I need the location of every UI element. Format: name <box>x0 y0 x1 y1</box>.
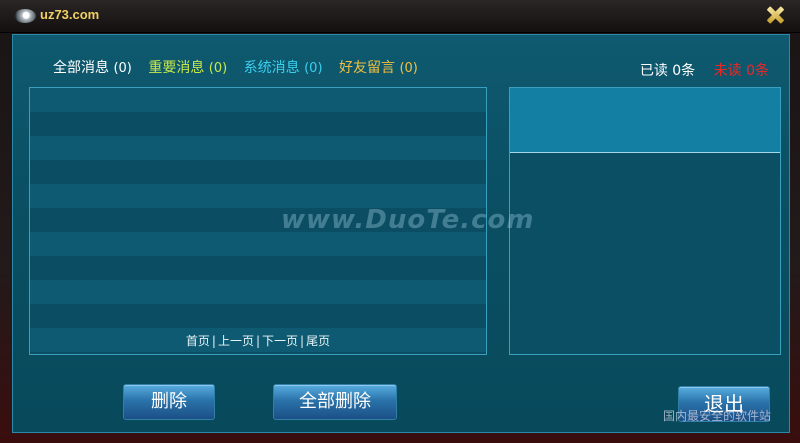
pager-separator: | <box>211 334 216 348</box>
message-detail-header <box>510 88 780 153</box>
unread-count: 未读 0条 <box>713 63 769 79</box>
message-detail-panel <box>509 87 781 355</box>
duote-watermark: www.DuoTe.com <box>281 205 535 235</box>
tab-label: 全部消息 <box>53 60 109 76</box>
tab-all-messages[interactable]: 全部消息 (0) <box>53 57 132 77</box>
tab-important-messages[interactable]: 重要消息 (0) <box>148 57 227 77</box>
tab-system-messages[interactable]: 系统消息 (0) <box>244 57 323 77</box>
message-tabs: 全部消息 (0) 重要消息 (0) 系统消息 (0) 好友留言 (0) <box>53 57 430 77</box>
tab-friend-messages[interactable]: 好友留言 (0) <box>339 57 418 77</box>
site-watermark: 国内最安全的软件站 <box>663 409 772 423</box>
tab-count: (0) <box>304 61 323 76</box>
tab-label: 重要消息 <box>148 60 205 76</box>
title-bar[interactable]: uz73.com <box>0 0 800 33</box>
close-icon[interactable] <box>764 4 786 26</box>
pager-separator: | <box>300 334 305 348</box>
last-page-link[interactable]: 尾页 <box>306 334 330 348</box>
tab-count: (0) <box>113 61 132 76</box>
next-page-link[interactable]: 下一页 <box>262 334 298 348</box>
tab-label: 系统消息 <box>243 60 300 76</box>
first-page-link[interactable]: 首页 <box>186 334 210 348</box>
pagination: 首页 | 上一页 | 下一页 | 尾页 <box>30 332 486 349</box>
app-logo-icon <box>14 9 36 23</box>
window-title: uz73.com <box>40 7 100 22</box>
delete-button[interactable]: 删除 <box>123 384 215 420</box>
message-center-window: uz73.com 全部消息 (0) 重要消息 (0) 系统消息 (0) 好友留言… <box>0 0 800 443</box>
delete-all-button[interactable]: 全部删除 <box>273 384 397 420</box>
tab-count: (0) <box>208 61 228 76</box>
tab-label: 好友留言 <box>338 60 395 76</box>
prev-page-link[interactable]: 上一页 <box>218 334 254 348</box>
read-count: 已读 0条 <box>639 63 696 79</box>
pager-separator: | <box>255 334 261 348</box>
read-stats: 已读 0条 未读 0条 <box>626 60 769 80</box>
tab-count: (0) <box>399 61 418 76</box>
message-panel: 全部消息 (0) 重要消息 (0) 系统消息 (0) 好友留言 (0) 已读 0… <box>12 34 790 433</box>
